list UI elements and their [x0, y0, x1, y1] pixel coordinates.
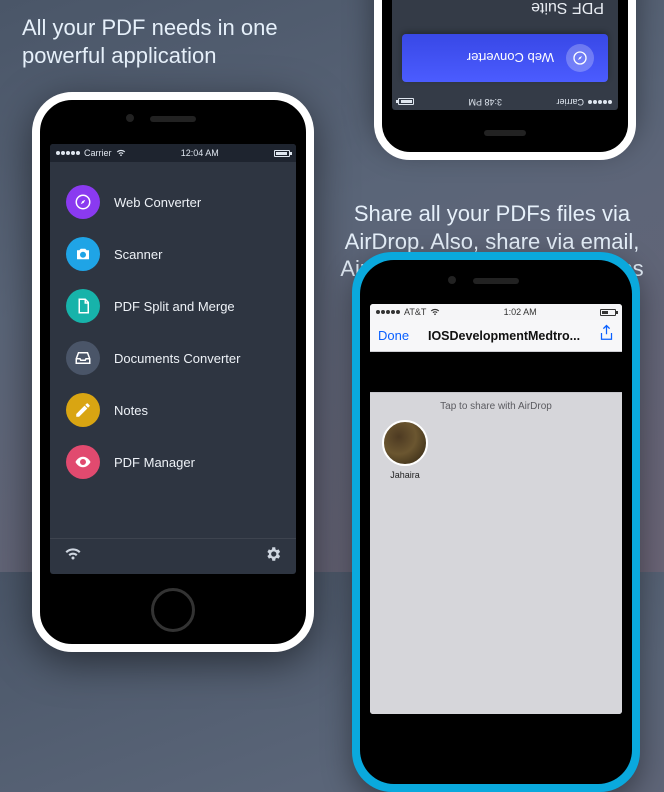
wifi-toolbar-icon[interactable] [64, 547, 82, 566]
wifi-icon [430, 308, 440, 316]
menu-row[interactable]: PDF Manager [50, 436, 296, 488]
avatar [382, 420, 428, 466]
camera-icon [66, 237, 100, 271]
phone-speaker [473, 278, 519, 284]
airdrop-share-sheet: Tap to share with AirDrop Jahaira [370, 392, 622, 714]
menu-row-label: Web Converter [467, 51, 554, 66]
phone-camera-dot [126, 114, 134, 122]
phone-speaker [150, 116, 196, 122]
eye-icon [66, 445, 100, 479]
menu-row[interactable]: Scanner [50, 228, 296, 280]
headline-left: All your PDF needs in one powerful appli… [22, 14, 322, 69]
phone-left-frame: Carrier 12:04 AM Web Converter Scanner PDF… [32, 92, 314, 652]
settings-icon[interactable] [264, 545, 282, 568]
status-bar: AT&T 1:02 AM [370, 304, 622, 320]
airdrop-contact[interactable]: Jahaira [382, 420, 428, 480]
document-preview-strip [370, 352, 622, 392]
home-button[interactable] [151, 588, 195, 632]
clock-label: 12:04 AM [181, 148, 219, 158]
done-button[interactable]: Done [378, 328, 409, 343]
signal-icon [376, 310, 400, 314]
compass-icon [66, 185, 100, 219]
main-menu: Web Converter Scanner PDF Split and Merge D… [50, 162, 296, 538]
phone-top-right-frame: Carrier 3:48 PM Web Converter PDF Suite [374, 0, 636, 160]
menu-row[interactable]: PDF Split and Merge [50, 280, 296, 332]
phone-bottom-right-frame: AT&T 1:02 AM Done IOSDevelopmentMedtro..… [352, 252, 640, 792]
clock-label: 3:48 PM [468, 97, 502, 107]
compass-icon [566, 44, 594, 72]
carrier-label: AT&T [404, 307, 426, 317]
nav-bar: Done IOSDevelopmentMedtro... [370, 320, 622, 352]
carrier-label: Carrier [556, 97, 584, 107]
menu-row-label: Documents Converter [114, 351, 240, 366]
signal-icon [588, 100, 612, 104]
menu-row[interactable]: Documents Converter [50, 332, 296, 384]
battery-icon [600, 309, 616, 316]
menu-row[interactable]: Web Converter [50, 176, 296, 228]
menu-row-selected[interactable]: Web Converter [402, 34, 608, 82]
status-bar: Carrier 3:48 PM [392, 94, 618, 110]
pencil-icon [66, 393, 100, 427]
phone-speaker [484, 130, 526, 136]
clock-label: 1:02 AM [504, 307, 537, 317]
battery-icon [398, 99, 414, 106]
phone-bottom-right-screen: AT&T 1:02 AM Done IOSDevelopmentMedtro..… [370, 304, 622, 714]
menu-row[interactable]: Notes [50, 384, 296, 436]
menu-row-label: Web Converter [114, 195, 201, 210]
nav-title: IOSDevelopmentMedtro... [428, 329, 580, 343]
airdrop-hint-label: Tap to share with AirDrop [440, 401, 552, 412]
signal-icon [56, 151, 80, 155]
menu-row-label: Scanner [114, 247, 162, 262]
phone-top-right-screen: Carrier 3:48 PM Web Converter PDF Suite [392, 0, 618, 110]
share-icon[interactable] [599, 324, 614, 347]
phone-left-screen: Carrier 12:04 AM Web Converter Scanner PDF… [50, 144, 296, 574]
contact-name-label: Jahaira [390, 470, 420, 480]
menu-row-label: PDF Manager [114, 455, 195, 470]
battery-icon [274, 150, 290, 157]
phone-camera-dot [448, 276, 456, 284]
document-icon [66, 289, 100, 323]
bottom-toolbar [50, 538, 296, 574]
inbox-icon [66, 341, 100, 375]
status-bar: Carrier 12:04 AM [50, 144, 296, 162]
wifi-icon [116, 149, 126, 157]
menu-row-label: Notes [114, 403, 148, 418]
menu-row-label: PDF Split and Merge [114, 299, 235, 314]
section-title: PDF Suite [392, 0, 618, 34]
carrier-label: Carrier [84, 148, 112, 158]
